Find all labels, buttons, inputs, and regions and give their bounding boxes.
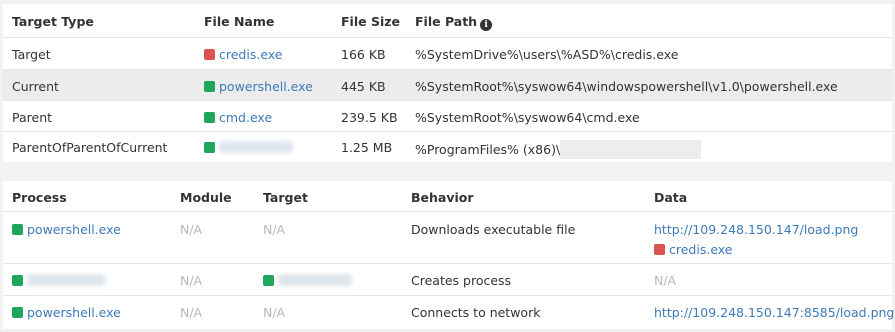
file-name-cell[interactable]: powershell.exe xyxy=(204,79,313,94)
table-row-current: Current powershell.exe 445 KB %SystemRoo… xyxy=(3,70,892,101)
file-name-cell[interactable] xyxy=(204,140,293,155)
behavior-cell: Connects to network xyxy=(411,305,541,320)
file-path-cell: %ProgramFiles% (x86)\ xyxy=(415,140,702,159)
data-url-link[interactable]: http://109.248.150.147:8585/load.png xyxy=(654,305,894,320)
clean-status-icon xyxy=(12,275,23,286)
file-name-cell[interactable]: credis.exe xyxy=(204,47,283,62)
file-name-link[interactable]: credis.exe xyxy=(219,47,283,62)
info-icon[interactable]: i xyxy=(480,19,493,31)
behavior-row-network: powershell.exe N/A N/A Connects to netwo… xyxy=(3,296,894,329)
module-cell: N/A xyxy=(180,273,203,288)
module-cell: N/A xyxy=(180,305,203,320)
data-url-link[interactable]: http://109.248.150.147/load.png xyxy=(654,222,858,237)
process-link[interactable]: powershell.exe xyxy=(27,305,121,320)
header-file-name: File Name xyxy=(204,14,275,29)
clean-status-icon xyxy=(12,224,23,235)
header-file-path-label: File Path xyxy=(415,14,478,29)
file-name-link[interactable]: powershell.exe xyxy=(219,79,313,94)
data-cell: N/A xyxy=(654,273,677,288)
target-cell: N/A xyxy=(263,305,286,320)
clean-status-icon xyxy=(204,81,215,92)
module-cell: N/A xyxy=(180,222,203,237)
file-size-cell: 445 KB xyxy=(341,79,386,94)
header-target-type: Target Type xyxy=(12,14,94,29)
file-path-cell: %SystemRoot%\syswow64\windowspowershell\… xyxy=(415,79,838,94)
header-behavior: Behavior xyxy=(411,190,474,205)
behavior-cell: Creates process xyxy=(411,273,512,288)
clean-status-icon xyxy=(204,142,215,153)
file-info-table: Target Type File Name File Size File Pat… xyxy=(3,4,892,162)
target-type-cell: Parent xyxy=(12,110,53,125)
target-cell: N/A xyxy=(263,222,286,237)
process-cell[interactable]: powershell.exe xyxy=(12,305,121,320)
file-size-cell: 239.5 KB xyxy=(341,110,398,125)
process-cell[interactable]: powershell.exe xyxy=(12,222,121,237)
clean-status-icon xyxy=(263,275,274,286)
redacted-path xyxy=(560,140,702,159)
behavior-table: Process Module Target Behavior Data powe… xyxy=(3,181,894,329)
file-path-cell: %SystemRoot%\syswow64\cmd.exe xyxy=(415,110,640,125)
table-row-target: Target credis.exe 166 KB %SystemDrive%\u… xyxy=(3,38,892,70)
clean-status-icon xyxy=(204,112,215,123)
header-target: Target xyxy=(263,190,308,205)
malicious-status-icon xyxy=(204,49,215,60)
header-file-size: File Size xyxy=(341,14,400,29)
file-size-cell: 166 KB xyxy=(341,47,386,62)
header-data: Data xyxy=(654,190,688,205)
file-size-cell: 1.25 MB xyxy=(341,140,393,155)
file-path-text: %ProgramFiles% (x86)\ xyxy=(415,142,561,157)
behavior-table-header: Process Module Target Behavior Data xyxy=(3,181,892,212)
header-process: Process xyxy=(12,190,67,205)
clean-status-icon xyxy=(12,307,23,318)
file-table-header: Target Type File Name File Size File Pat… xyxy=(3,4,892,38)
process-cell[interactable] xyxy=(12,273,105,288)
process-link[interactable]: powershell.exe xyxy=(27,222,121,237)
target-cell[interactable] xyxy=(263,273,352,288)
table-row-parent-of-parent: ParentOfParentOfCurrent 1.25 MB %Program… xyxy=(3,132,892,162)
target-type-cell: ParentOfParentOfCurrent xyxy=(12,140,168,155)
behavior-row-create-process: N/A Creates process N/A xyxy=(3,264,892,296)
redacted-process-name xyxy=(27,274,105,286)
behavior-cell: Downloads executable file xyxy=(411,222,576,237)
file-name-cell[interactable]: cmd.exe xyxy=(204,110,272,125)
file-name-link[interactable]: cmd.exe xyxy=(219,110,272,125)
malicious-status-icon xyxy=(654,244,665,255)
behavior-row-download: powershell.exe N/A N/A Downloads executa… xyxy=(3,212,892,264)
file-path-cell: %SystemDrive%\users\%ASD%\credis.exe xyxy=(415,47,679,62)
target-type-cell: Current xyxy=(12,79,59,94)
header-file-path: File Path i xyxy=(415,14,493,31)
data-file-cell[interactable]: credis.exe xyxy=(654,242,733,257)
data-file-link[interactable]: credis.exe xyxy=(669,242,733,257)
target-type-cell: Target xyxy=(12,47,51,62)
table-row-parent: Parent cmd.exe 239.5 KB %SystemRoot%\sys… xyxy=(3,101,892,132)
redacted-target-name xyxy=(278,274,352,286)
header-module: Module xyxy=(180,190,232,205)
redacted-file-name xyxy=(219,141,293,153)
